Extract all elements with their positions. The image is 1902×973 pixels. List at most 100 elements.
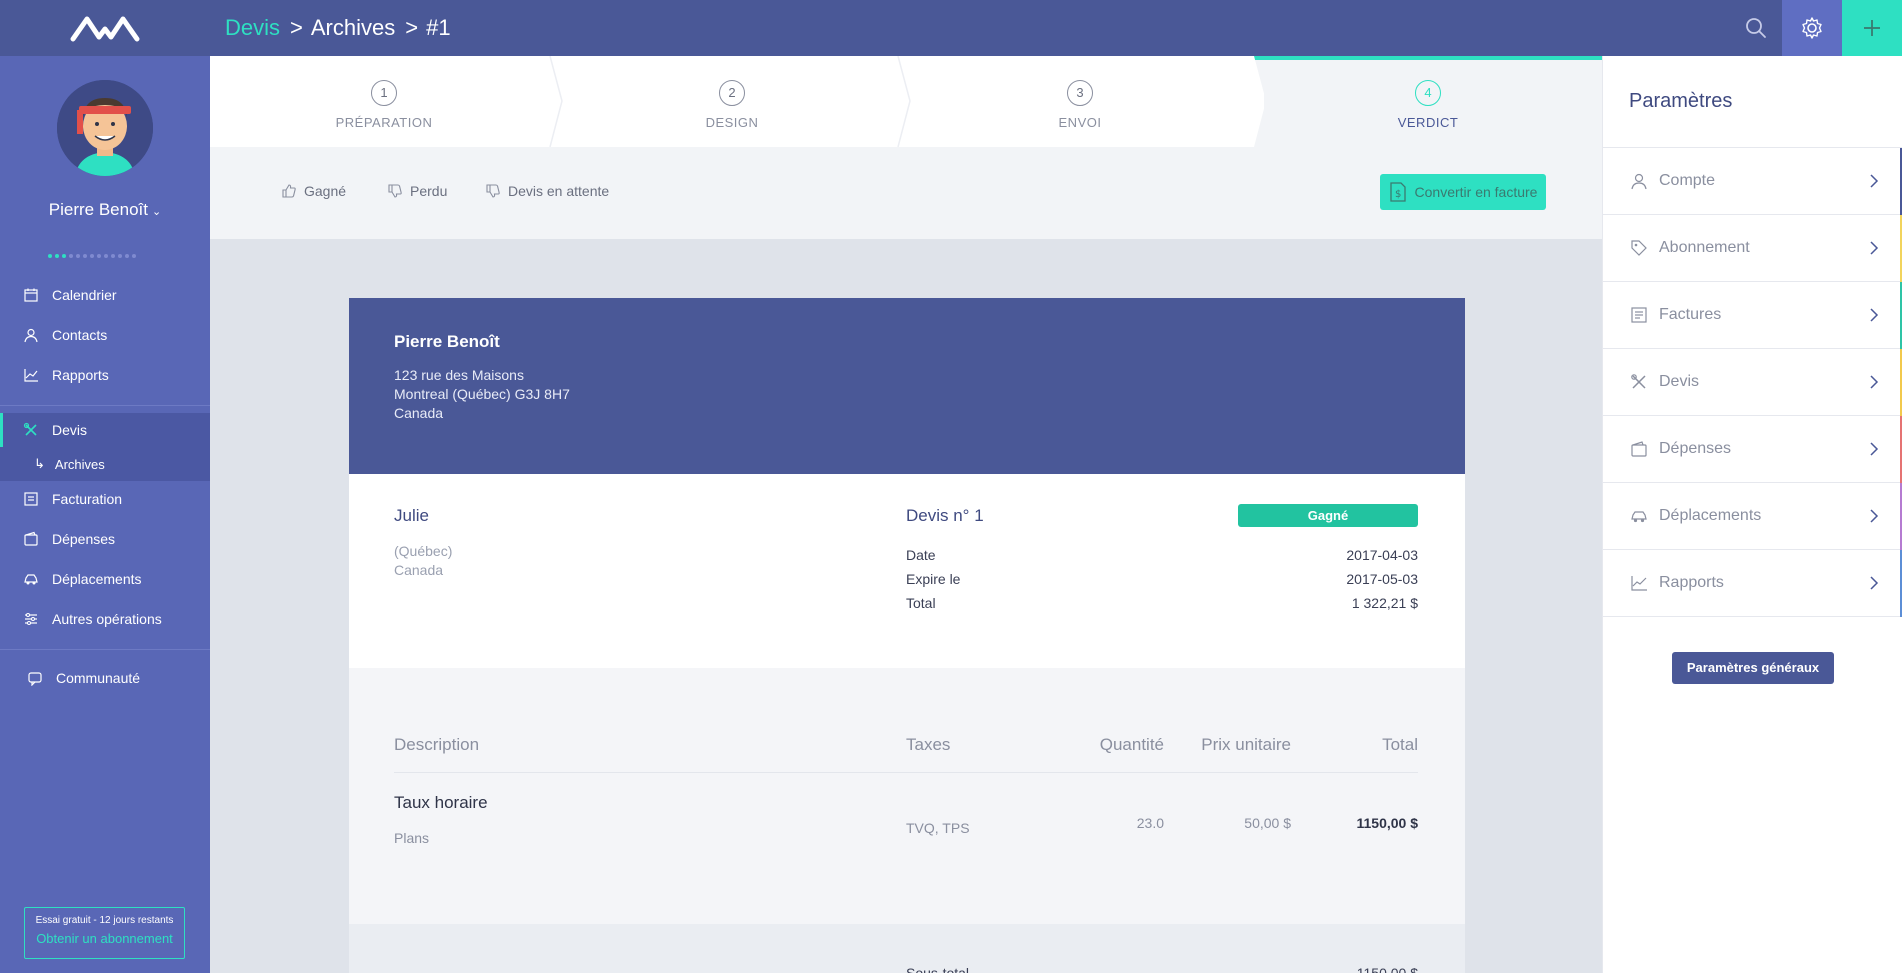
sidebar-item-label: Archives — [54, 456, 105, 472]
breadcrumb-current: #1 — [426, 15, 451, 40]
sidebar-item-deplacements[interactable]: Déplacements — [0, 562, 210, 596]
convert-to-invoice-button[interactable]: $ Convertir en facture — [1380, 174, 1546, 210]
line-items: Description Taxes Quantité Prix unitaire… — [349, 668, 1465, 924]
sidebar-item-label: Contacts — [52, 327, 108, 343]
breadcrumb-archives[interactable]: Archives — [311, 15, 395, 41]
plus-icon — [1864, 20, 1880, 36]
sidebar-subitem-archives[interactable]: ↳ Archives — [0, 447, 210, 481]
sidebar-item-rapports[interactable]: Rapports — [0, 358, 210, 392]
sidebar-divider — [0, 649, 210, 650]
sidebar-item-calendrier[interactable]: Calendrier — [0, 278, 210, 312]
wallet-icon — [1629, 439, 1649, 459]
breadcrumb-devis[interactable]: Devis — [225, 15, 280, 41]
sender-name: Pierre Benoît — [394, 332, 500, 351]
chat-icon — [26, 669, 44, 687]
expire-value: 2017-05-03 — [1346, 571, 1418, 587]
step-bar: 1 PRÉPARATION 2 DESIGN 3 ENVOI 4 VERDICT — [210, 55, 1602, 148]
settings-item-label: Déplacements — [1659, 507, 1762, 524]
convert-label: Convertir en facture — [1414, 184, 1538, 200]
logo-icon — [70, 16, 140, 42]
car-icon — [1629, 506, 1649, 526]
sidebar-item-communaute[interactable]: Communauté — [0, 661, 210, 695]
app-logo[interactable] — [0, 0, 210, 56]
settings-item-abonnement[interactable]: Abonnement — [1603, 215, 1902, 282]
settings-item-label: Compte — [1659, 172, 1716, 189]
search-icon — [1746, 18, 1766, 38]
step-number: 3 — [1067, 80, 1093, 106]
sidebar-item-label: Facturation — [52, 491, 123, 507]
column-description: Description — [394, 735, 480, 754]
sidebar-item-contacts[interactable]: Contacts — [0, 318, 210, 352]
trial-remaining: Essai gratuit - 12 jours restants — [35, 915, 174, 926]
sender-street: 123 rue des Maisons — [394, 367, 524, 383]
verdict-actions: Gagné Perdu Devis en attente $ Convertir… — [210, 147, 1602, 239]
gear-icon — [1802, 17, 1822, 39]
item-title: Taux horaire — [394, 793, 488, 812]
step-preparation[interactable]: 1 PRÉPARATION — [210, 56, 558, 147]
chevron-right-icon — [1869, 241, 1879, 255]
step-number: 2 — [719, 80, 745, 106]
sidebar-item-autres-operations[interactable]: Autres opérations — [0, 602, 210, 636]
date-label: Date — [906, 547, 936, 563]
sidebar-item-facturation[interactable]: Facturation — [0, 482, 210, 516]
avatar[interactable] — [57, 80, 153, 176]
trial-box[interactable]: Essai gratuit - 12 jours restants Obteni… — [24, 907, 185, 959]
sidebar-item-label: Dépenses — [52, 531, 116, 547]
user-icon — [1629, 171, 1649, 191]
add-button[interactable] — [1842, 0, 1902, 56]
sidebar-item-label: Rapports — [52, 367, 109, 383]
settings-item-depenses[interactable]: Dépenses — [1603, 416, 1902, 483]
subscribe-link[interactable]: Obtenir un abonnement — [25, 931, 184, 946]
expire-label: Expire le — [906, 571, 961, 587]
progress-dots — [48, 254, 136, 258]
settings-item-factures[interactable]: Factures — [1603, 282, 1902, 349]
invoice-dollar-icon: $ — [1389, 182, 1407, 202]
tag-icon — [1629, 238, 1649, 258]
step-label: DESIGN — [705, 115, 759, 130]
chevron-right-icon — [1869, 308, 1879, 322]
sidebar-item-label: Devis — [52, 422, 88, 438]
mark-won-button[interactable]: Gagné — [282, 183, 346, 199]
column-quantity: Quantité — [1099, 735, 1164, 754]
chevron-right-icon — [1869, 442, 1879, 456]
step-envoi[interactable]: 3 ENVOI — [906, 56, 1254, 147]
sidebar-item-devis[interactable]: Devis — [0, 413, 210, 447]
mark-pending-button[interactable]: Devis en attente — [486, 183, 609, 199]
item-subtitle: Plans — [394, 830, 430, 846]
item-unit-price: 50,00 $ — [1244, 815, 1291, 831]
user-menu[interactable]: Pierre Benoît ⌄ — [0, 200, 210, 220]
step-verdict[interactable]: 4 VERDICT — [1254, 56, 1602, 147]
avatar-illustration — [57, 80, 153, 176]
general-settings-button[interactable]: Paramètres généraux — [1672, 652, 1834, 684]
chevron-down-icon: ⌄ — [152, 206, 162, 218]
sidebar-divider — [0, 405, 210, 406]
sidebar-item-depenses[interactable]: Dépenses — [0, 522, 210, 556]
subtotal-value: 1150,00 $ — [1356, 965, 1418, 973]
settings-item-devis[interactable]: Devis — [1603, 349, 1902, 416]
quote-number: Devis n° 1 — [906, 506, 984, 525]
user-name: Pierre Benoît — [48, 200, 148, 219]
mark-lost-button[interactable]: Perdu — [388, 183, 447, 199]
step-label: VERDICT — [1397, 115, 1459, 130]
settings-button[interactable] — [1782, 0, 1842, 56]
table-divider — [394, 772, 1418, 773]
invoice-icon — [1629, 305, 1649, 325]
step-label: PRÉPARATION — [335, 115, 433, 130]
chevron-right-icon — [1869, 509, 1879, 523]
settings-item-compte[interactable]: Compte — [1603, 148, 1902, 215]
column-taxes: Taxes — [906, 735, 951, 754]
active-indicator — [0, 413, 3, 447]
search-button[interactable] — [1730, 0, 1782, 56]
sender-country: Canada — [394, 405, 444, 421]
settings-item-rapports[interactable]: Rapports — [1603, 550, 1902, 617]
chevron-right-icon — [1869, 576, 1879, 590]
subitem-arrow-icon: ↳ — [34, 456, 45, 471]
top-bar: Devis > Archives > #1 — [0, 0, 1902, 56]
status-badge: Gagné — [1238, 504, 1418, 527]
document-header: Pierre Benoît 123 rue des Maisons Montre… — [349, 298, 1465, 474]
step-design[interactable]: 2 DESIGN — [558, 56, 906, 147]
settings-item-deplacements[interactable]: Déplacements — [1603, 483, 1902, 550]
total-value: 1 322,21 $ — [1351, 595, 1418, 611]
sidebar: Pierre Benoît ⌄ Calendrier Contacts Rappo… — [0, 56, 210, 973]
settings-item-label: Dépenses — [1659, 440, 1732, 457]
